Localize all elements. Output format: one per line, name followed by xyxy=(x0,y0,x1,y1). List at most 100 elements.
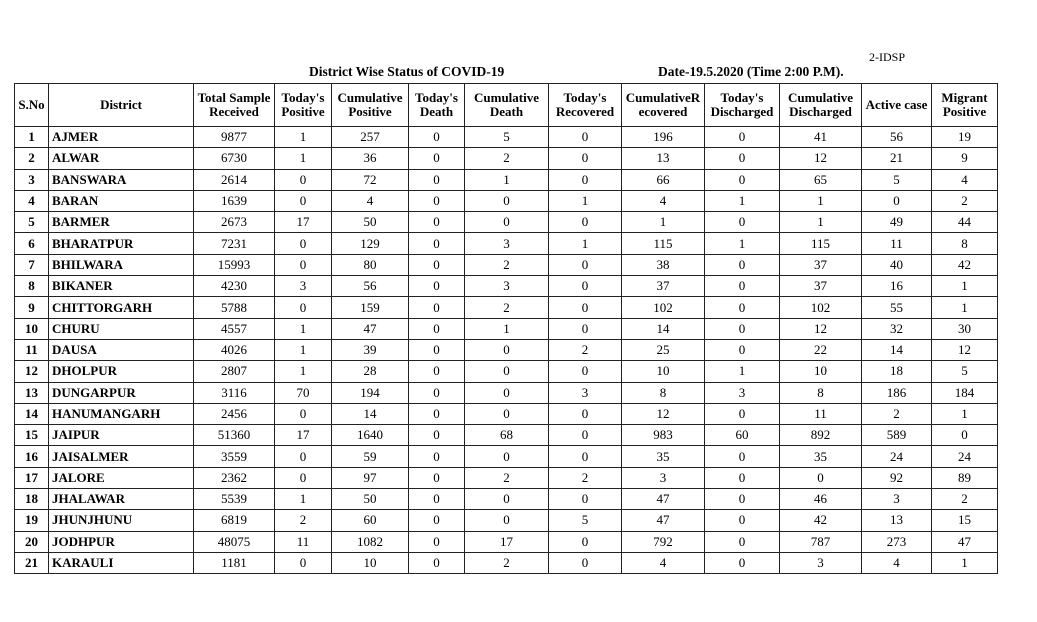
report-date: Date-19.5.2020 (Time 2:00 P.M). xyxy=(658,64,844,79)
cell-cumulative-discharged: 115 xyxy=(779,232,862,255)
cell-sno: 21 xyxy=(14,551,49,575)
cell-todays-discharged: 0 xyxy=(704,317,780,340)
cell-todays-recovered: 0 xyxy=(548,317,622,340)
cell-cumulative-positive: 60 xyxy=(331,509,409,532)
cell-total-sample-received: 1181 xyxy=(193,551,275,575)
cell-migrant-positive: 1 xyxy=(931,551,998,575)
cell-cumulative-recovered: 10 xyxy=(621,360,705,383)
cell-active-case: 56 xyxy=(861,125,932,149)
cell-cumulative-positive: 56 xyxy=(331,275,409,298)
cell-todays-death: 0 xyxy=(408,509,465,532)
cell-todays-positive: 0 xyxy=(274,551,332,575)
cell-total-sample-received: 3559 xyxy=(193,445,275,468)
cell-migrant-positive: 1 xyxy=(931,296,998,319)
cell-todays-discharged: 1 xyxy=(704,189,780,213)
cell-todays-discharged: 0 xyxy=(704,147,780,170)
cell-todays-death: 0 xyxy=(408,466,465,490)
cell-todays-death: 0 xyxy=(408,125,465,149)
cell-todays-death: 0 xyxy=(408,402,465,426)
table-body: 1 AJMER 9877 1 257 0 5 0 196 0 41 56 19 2 ALWAR 6730 1 36… xyxy=(14,125,998,575)
cell-sno: 4 xyxy=(14,189,49,213)
cell-sno: 7 xyxy=(14,253,49,277)
cell-sno: 17 xyxy=(14,466,49,490)
cell-migrant-positive: 0 xyxy=(931,424,998,447)
cell-migrant-positive: 12 xyxy=(931,338,998,362)
cell-todays-positive: 1 xyxy=(274,338,332,362)
cell-sno: 10 xyxy=(14,317,49,340)
cell-sno: 16 xyxy=(14,445,49,468)
cell-migrant-positive: 5 xyxy=(931,360,998,383)
cell-district: BARAN xyxy=(48,189,194,213)
cell-cumulative-recovered: 8 xyxy=(621,381,705,404)
cell-cumulative-positive: 50 xyxy=(331,211,409,234)
cell-todays-positive: 0 xyxy=(274,232,332,255)
cell-todays-death: 0 xyxy=(408,338,465,362)
table-row: 18 JHALAWAR 5539 1 50 0 0 0 47 0 46 3 2 xyxy=(14,488,998,511)
cell-cumulative-discharged: 35 xyxy=(779,445,862,468)
cell-todays-recovered: 0 xyxy=(548,360,622,383)
cell-district: KARAULI xyxy=(48,551,194,575)
cell-active-case: 21 xyxy=(861,147,932,170)
cell-active-case: 186 xyxy=(861,381,932,404)
cell-district: BANSWARA xyxy=(48,168,194,191)
cell-active-case: 5 xyxy=(861,168,932,191)
cell-total-sample-received: 3116 xyxy=(193,381,275,404)
cell-district: HANUMANGARH xyxy=(48,402,194,426)
cell-todays-positive: 17 xyxy=(274,211,332,234)
cell-todays-discharged: 3 xyxy=(704,381,780,404)
cell-todays-discharged: 60 xyxy=(704,424,780,447)
cell-todays-death: 0 xyxy=(408,551,465,575)
cell-todays-recovered: 5 xyxy=(548,509,622,532)
cell-migrant-positive: 4 xyxy=(931,168,998,191)
cell-active-case: 40 xyxy=(861,253,932,277)
cell-todays-death: 0 xyxy=(408,189,465,213)
cell-cumulative-death: 3 xyxy=(464,275,549,298)
cell-todays-recovered: 0 xyxy=(548,168,622,191)
cell-todays-discharged: 0 xyxy=(704,402,780,426)
cell-total-sample-received: 9877 xyxy=(193,125,275,149)
cell-district: JODHPUR xyxy=(48,530,194,553)
cell-cumulative-recovered: 12 xyxy=(621,402,705,426)
cell-todays-discharged: 0 xyxy=(704,211,780,234)
cell-cumulative-positive: 1640 xyxy=(331,424,409,447)
cell-todays-recovered: 0 xyxy=(548,402,622,426)
cell-cumulative-positive: 97 xyxy=(331,466,409,490)
cell-todays-discharged: 0 xyxy=(704,445,780,468)
cell-todays-death: 0 xyxy=(408,253,465,277)
cell-cumulative-recovered: 4 xyxy=(621,551,705,575)
cell-todays-positive: 0 xyxy=(274,466,332,490)
cell-todays-positive: 1 xyxy=(274,147,332,170)
table-row: 12 DHOLPUR 2807 1 28 0 0 0 10 1 10 18 5 xyxy=(14,360,998,383)
cell-total-sample-received: 6819 xyxy=(193,509,275,532)
cell-total-sample-received: 6730 xyxy=(193,147,275,170)
cell-cumulative-discharged: 12 xyxy=(779,147,862,170)
table-row: 5 BARMER 2673 17 50 0 0 0 1 0 1 49 44 xyxy=(14,211,998,234)
cell-total-sample-received: 51360 xyxy=(193,424,275,447)
cell-todays-recovered: 2 xyxy=(548,338,622,362)
table-row: 17 JALORE 2362 0 97 0 2 2 3 0 0 92 89 xyxy=(14,466,998,490)
cell-cumulative-recovered: 13 xyxy=(621,147,705,170)
cell-todays-discharged: 0 xyxy=(704,253,780,277)
cell-cumulative-discharged: 37 xyxy=(779,275,862,298)
document-title: District Wise Status of COVID-19 xyxy=(309,64,505,79)
table-row: 10 CHURU 4557 1 47 0 1 0 14 0 12 32 30 xyxy=(14,317,998,340)
cell-cumulative-death: 0 xyxy=(464,445,549,468)
cell-cumulative-discharged: 46 xyxy=(779,488,862,511)
cell-cumulative-positive: 1082 xyxy=(331,530,409,553)
cell-todays-positive: 2 xyxy=(274,509,332,532)
cell-cumulative-discharged: 1 xyxy=(779,189,862,213)
cell-todays-positive: 0 xyxy=(274,402,332,426)
cell-cumulative-death: 2 xyxy=(464,466,549,490)
cell-cumulative-recovered: 14 xyxy=(621,317,705,340)
cell-cumulative-death: 2 xyxy=(464,253,549,277)
column-header-cumulative-discharged: Cumulative Discharged xyxy=(779,83,862,127)
cell-sno: 6 xyxy=(14,232,49,255)
cell-migrant-positive: 47 xyxy=(931,530,998,553)
cell-todays-discharged: 1 xyxy=(704,360,780,383)
cell-migrant-positive: 2 xyxy=(931,189,998,213)
cell-migrant-positive: 15 xyxy=(931,509,998,532)
cell-todays-death: 0 xyxy=(408,317,465,340)
cell-todays-recovered: 0 xyxy=(548,424,622,447)
cell-todays-recovered: 0 xyxy=(548,551,622,575)
column-header-cumulative-positive: Cumulative Positive xyxy=(331,83,409,127)
